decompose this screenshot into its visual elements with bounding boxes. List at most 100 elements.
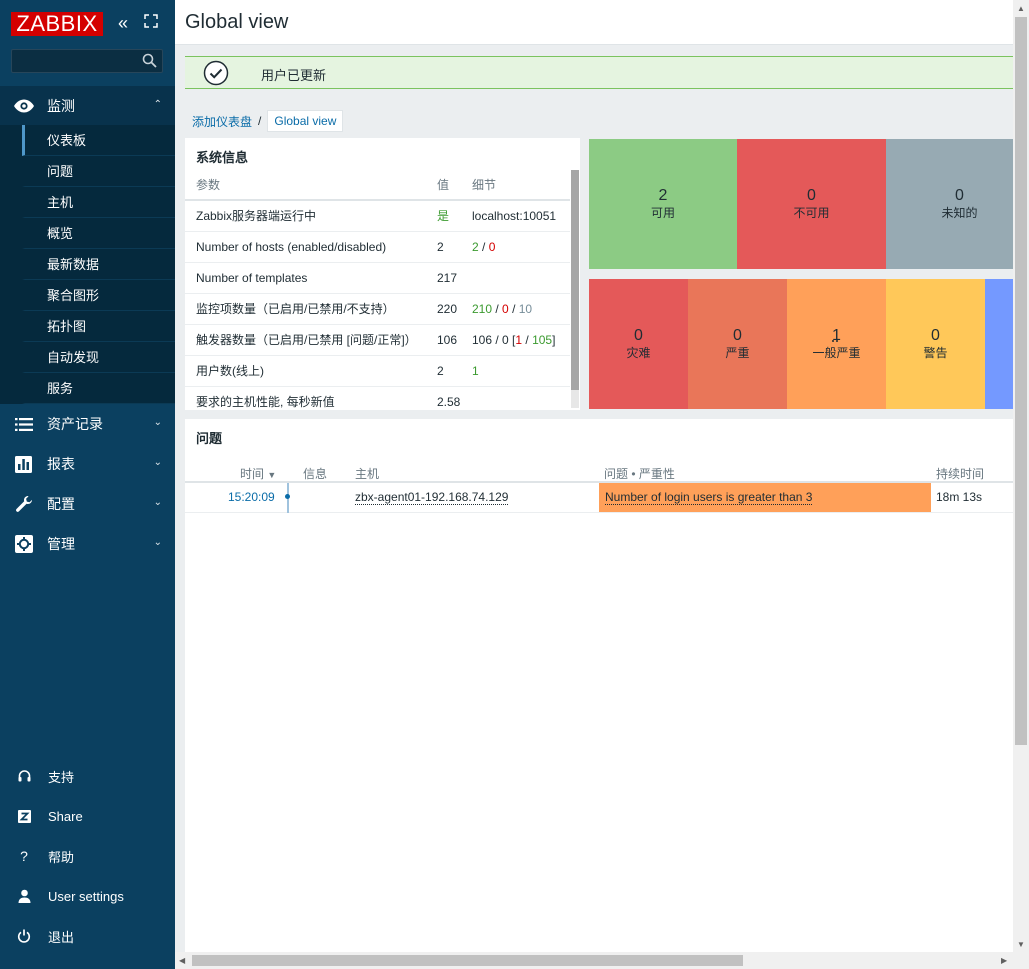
collapse-sidebar-icon[interactable]: «	[118, 13, 128, 33]
host-available-tile[interactable]: 2 可用	[589, 139, 737, 269]
host-unavailable-tile[interactable]: 0 不可用	[737, 139, 886, 269]
kiosk-mode-icon[interactable]	[144, 13, 158, 33]
widget-scrollbar[interactable]	[571, 170, 579, 408]
menu-administration[interactable]: 管理 ⌄	[0, 524, 175, 564]
column-header-info: 信息	[303, 467, 328, 481]
support-link[interactable]: 支持	[0, 756, 175, 796]
scroll-left-arrow-icon[interactable]: ◀	[179, 956, 185, 965]
page-title: Global view	[185, 11, 289, 33]
chevron-down-icon: ⌄	[153, 457, 162, 468]
chevron-down-icon: ⌄	[153, 417, 162, 428]
menu-reports[interactable]: 报表 ⌄	[0, 444, 175, 484]
sidebar-search-input[interactable]	[11, 49, 163, 73]
host-unknown-tile[interactable]: 0 未知的	[886, 139, 1013, 269]
severity-average-tile[interactable]: 1 一般严重	[787, 279, 886, 409]
menu-configuration-label: 配置	[47, 496, 75, 512]
scrollbar-thumb[interactable]	[192, 955, 743, 966]
menu-configuration[interactable]: 配置 ⌄	[0, 484, 175, 524]
menu-inventory-label: 资产记录	[47, 416, 103, 432]
zabbix-logo[interactable]: ZABBIX	[11, 12, 103, 36]
column-label: 时间	[240, 467, 265, 481]
table-cell: 要求的主机性能, 每秒新值	[185, 386, 426, 418]
help-link[interactable]: ? 帮助	[0, 836, 175, 876]
severity-high-tile[interactable]: 0 严重	[688, 279, 787, 409]
scrollbar-thumb[interactable]	[571, 170, 579, 390]
page-horizontal-scrollbar[interactable]: ◀ ▶	[175, 952, 1013, 969]
scroll-down-arrow-icon[interactable]: ▼	[1017, 940, 1025, 949]
tile-count: 0	[634, 327, 643, 344]
logout-label: 退出	[48, 929, 75, 945]
table-row: 用户数(线上) 2 1	[185, 355, 570, 387]
submenu-item-discovery[interactable]: 自动发现	[22, 342, 175, 373]
column-header-problem[interactable]: 问题 • 严重性	[604, 465, 675, 482]
submenu-item-problems[interactable]: 问题	[22, 156, 175, 187]
user-icon	[0, 889, 48, 903]
problem-name-link[interactable]: Number of login users is greater than 3	[605, 490, 813, 505]
chevron-down-icon: ⌄	[153, 497, 162, 508]
breadcrumb-separator: /	[258, 114, 262, 128]
problem-duration: 18m 13s	[936, 490, 983, 504]
column-header-duration: 持续时间	[936, 467, 985, 481]
scroll-up-arrow-icon[interactable]: ▲	[1017, 4, 1025, 13]
submenu-item-services[interactable]: 服务	[22, 373, 175, 404]
separator: /	[478, 239, 489, 254]
tile-label: 不可用	[793, 206, 830, 220]
table-cell: 220	[426, 293, 461, 325]
unsupported-count: 10	[518, 301, 533, 316]
column-header-host[interactable]: 主机	[355, 465, 379, 482]
breadcrumb-current[interactable]: Global view	[267, 110, 344, 132]
menu-administration-label: 管理	[47, 536, 75, 552]
scrollbar-thumb[interactable]	[1015, 17, 1027, 745]
table-cell: 是	[426, 200, 461, 232]
table-cell: 2.58	[426, 386, 461, 418]
menu-inventory[interactable]: 资产记录 ⌄	[0, 404, 175, 444]
disabled-count: 0	[502, 301, 509, 316]
table-cell: 2 / 0	[461, 231, 570, 263]
severity-warning-tile[interactable]: 0 警告	[886, 279, 985, 409]
problem-time-link[interactable]: 15:20:09	[228, 490, 275, 504]
table-row: 监控项数量（已启用/已禁用/不支持） 220 210 / 0 / 10	[185, 293, 570, 325]
submenu-item-overview[interactable]: 概览	[22, 218, 175, 249]
user-settings-link[interactable]: User settings	[0, 876, 175, 916]
table-cell: 1	[461, 355, 570, 387]
submenu-item-dashboard[interactable]: 仪表板	[22, 125, 175, 156]
severity-information-tile[interactable]	[985, 279, 1013, 409]
table-cell: 210 / 0 / 10	[461, 293, 570, 325]
tile-label: 一般严重	[812, 346, 861, 360]
table-row: Number of templates 217	[185, 262, 570, 294]
table-cell: 监控项数量（已启用/已禁用/不支持）	[185, 293, 426, 325]
menu-monitoring[interactable]: 监测 ⌃	[0, 86, 175, 126]
trigger-counts: 106 / 0 [	[472, 332, 516, 347]
separator: /	[522, 332, 533, 347]
tile-label: 警告	[923, 346, 948, 360]
submenu-item-latest-data[interactable]: 最新数据	[22, 249, 175, 280]
submenu-item-maps[interactable]: 拓扑图	[22, 311, 175, 342]
table-cell: Zabbix服务器端运行中	[185, 200, 426, 232]
breadcrumb-dashboard-list[interactable]: 添加仪表盘	[192, 113, 252, 130]
submenu-item-screens[interactable]: 聚合图形	[22, 280, 175, 311]
power-icon	[0, 929, 48, 943]
timeline-dot	[285, 494, 290, 499]
problem-host-link[interactable]: zbx-agent01-192.168.74.129	[355, 490, 509, 505]
submenu-item-hosts[interactable]: 主机	[22, 187, 175, 218]
share-link[interactable]: Share	[0, 796, 175, 836]
table-cell	[461, 386, 570, 418]
column-header-time[interactable]: 时间 ▼	[240, 465, 276, 482]
chevron-up-icon: ⌃	[153, 99, 162, 110]
page-vertical-scrollbar[interactable]: ▲ ▼	[1013, 0, 1029, 969]
table-row: 触发器数量（已启用/已禁用 [问题/正常]） 106 106 / 0 [1 / …	[185, 324, 570, 356]
scroll-right-arrow-icon[interactable]: ▶	[1001, 956, 1007, 965]
logout-link[interactable]: 退出	[0, 916, 175, 956]
table-cell: localhost:10051	[461, 200, 570, 232]
success-message: 用户已更新	[185, 56, 1013, 89]
bracket: ]	[552, 332, 556, 347]
separator: /	[508, 301, 519, 316]
widget-title: 问题	[196, 431, 223, 446]
check-circle-icon	[185, 57, 247, 88]
search-icon[interactable]	[142, 53, 157, 71]
severity-disaster-tile[interactable]: 0 灾难	[589, 279, 688, 409]
share-label: Share	[48, 808, 83, 824]
table-row: 要求的主机性能, 每秒新值 2.58	[185, 386, 570, 418]
tile-count: 0	[733, 327, 742, 344]
table-cell: 2	[426, 355, 461, 387]
